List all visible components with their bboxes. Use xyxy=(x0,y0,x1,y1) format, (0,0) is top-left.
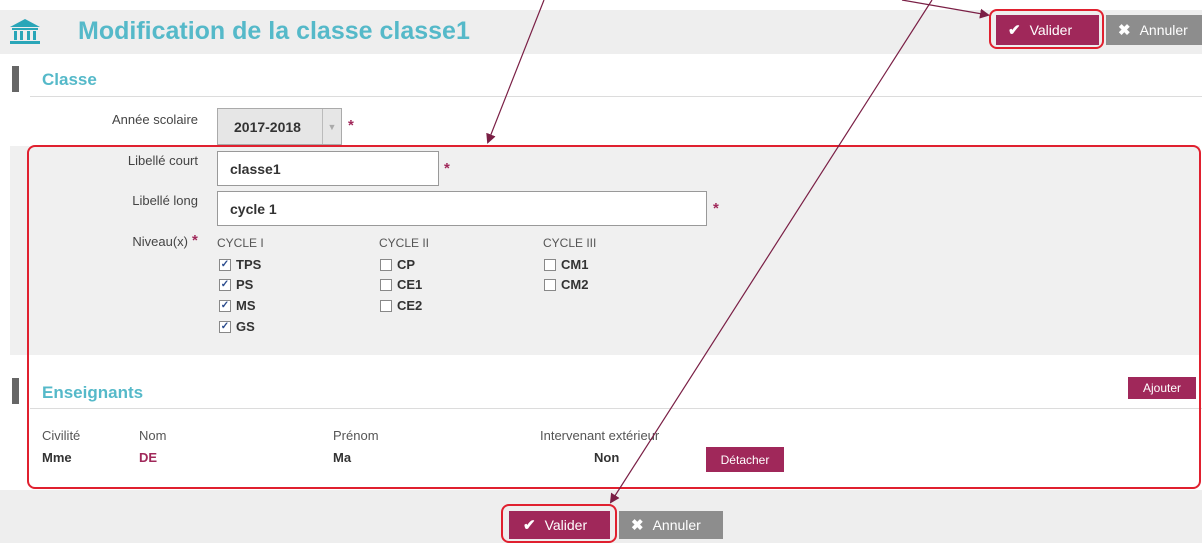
arrow-to-validate-top xyxy=(901,0,990,19)
arrow-to-form-panel xyxy=(486,0,545,144)
annotation-arrows xyxy=(486,0,990,504)
arrow-to-validate-bottom xyxy=(609,0,933,504)
